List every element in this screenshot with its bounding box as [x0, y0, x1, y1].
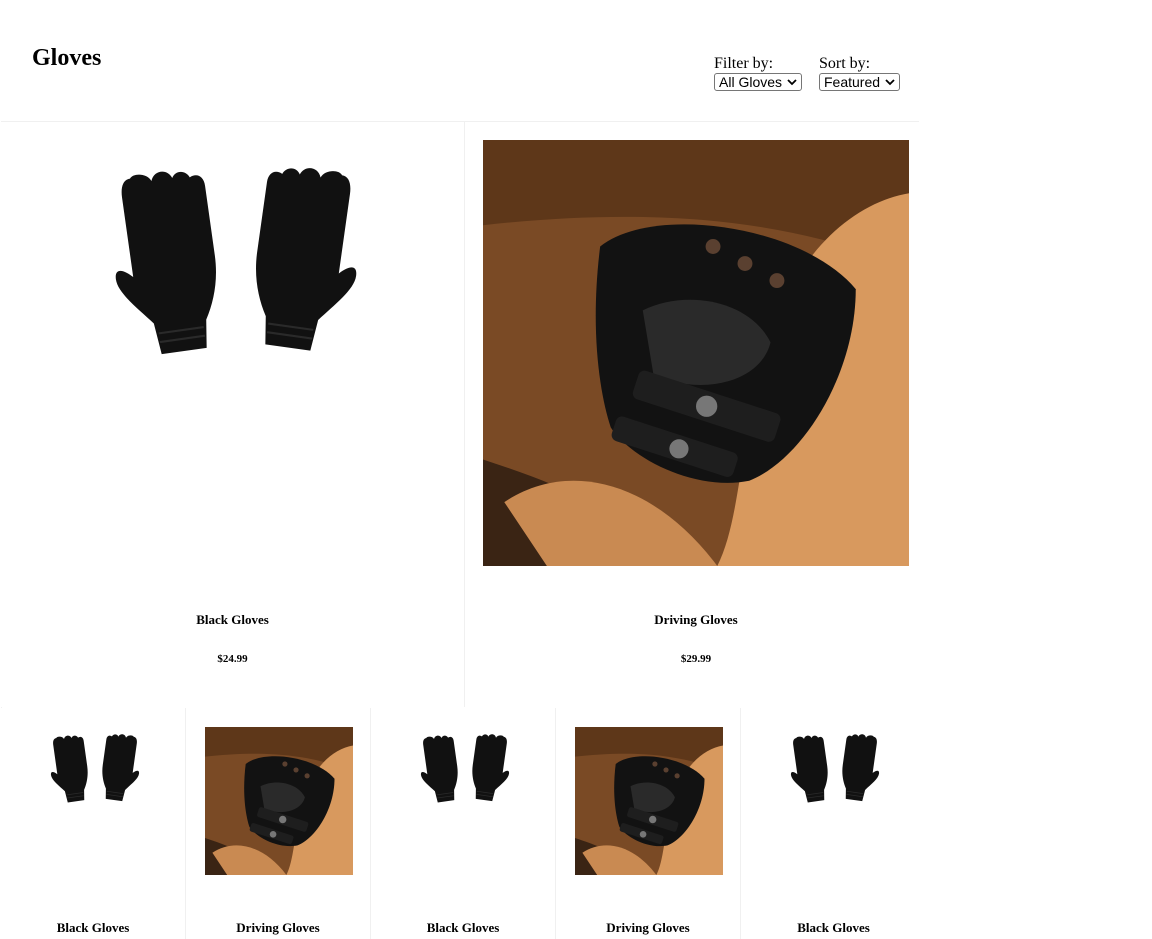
- product-name[interactable]: Black Gloves: [1, 920, 185, 936]
- product-card[interactable]: Black Gloves: [371, 708, 556, 939]
- leather-driving-gloves-image: [575, 727, 723, 875]
- sort-selected-value: Featured: [824, 74, 881, 90]
- black-knit-gloves-image: [61, 140, 411, 402]
- chevron-down-icon: [885, 79, 895, 86]
- leather-driving-gloves-image: [483, 140, 909, 566]
- page-title: Gloves: [32, 45, 102, 71]
- black-knit-gloves-image: [31, 724, 159, 820]
- sort-label: Sort by:: [819, 55, 871, 72]
- product-card[interactable]: Driving Gloves: [186, 708, 371, 939]
- filter-select[interactable]: All Gloves: [714, 73, 803, 91]
- sort-select[interactable]: Featured: [819, 73, 901, 91]
- product-image[interactable]: [401, 724, 529, 820]
- filter-selected-value: All Gloves: [719, 74, 783, 90]
- product-grid: Black Gloves Driving Gloves Black Gloves…: [1, 708, 926, 939]
- product-card[interactable]: Black Gloves: [1, 708, 186, 939]
- product-name[interactable]: Black Gloves: [371, 920, 555, 936]
- product-image[interactable]: [483, 140, 909, 566]
- product-price: $29.99: [680, 653, 712, 665]
- filter-label: Filter by:: [714, 55, 774, 72]
- black-knit-gloves-image: [401, 724, 529, 820]
- product-card[interactable]: Black Gloves $24.99: [1, 122, 464, 707]
- black-knit-gloves-image: [771, 724, 899, 820]
- leather-driving-gloves-image: [205, 727, 353, 875]
- product-card[interactable]: Driving Gloves $29.99: [464, 122, 927, 707]
- product-name[interactable]: Driving Gloves: [465, 612, 927, 628]
- product-image[interactable]: [575, 727, 723, 875]
- chevron-down-icon: [787, 79, 797, 86]
- filter-control: Filter by: All Gloves: [714, 55, 803, 92]
- product-image[interactable]: [771, 724, 899, 820]
- product-card[interactable]: Black Gloves: [741, 708, 926, 939]
- product-card[interactable]: Driving Gloves: [556, 708, 741, 939]
- product-name[interactable]: Black Gloves: [741, 920, 926, 936]
- featured-product-grid: Black Gloves $24.99 Driving Gloves $29.9…: [1, 121, 927, 709]
- product-image[interactable]: [61, 140, 411, 402]
- sort-control: Sort by: Featured: [819, 55, 901, 92]
- product-image[interactable]: [205, 727, 353, 875]
- product-name[interactable]: Black Gloves: [1, 612, 464, 628]
- product-name[interactable]: Driving Gloves: [556, 920, 740, 936]
- product-price: $24.99: [217, 653, 248, 665]
- product-image[interactable]: [31, 724, 159, 820]
- product-name[interactable]: Driving Gloves: [186, 920, 370, 936]
